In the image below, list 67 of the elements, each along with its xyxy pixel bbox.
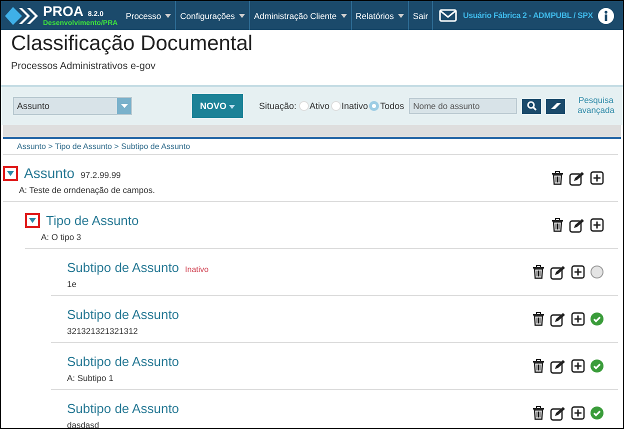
item-title[interactable]: Tipo de Assunto xyxy=(46,212,139,228)
plus-box-icon[interactable] xyxy=(571,359,585,373)
caret-icon xyxy=(29,218,36,222)
logo-icon xyxy=(5,6,39,26)
info-icon[interactable] xyxy=(598,8,614,24)
plus-box-icon[interactable] xyxy=(571,265,585,279)
breadcrumb[interactable]: Assunto > Tipo de Assunto > Subtipo de Assunto xyxy=(3,139,618,155)
status-radio[interactable]: Inativo xyxy=(330,101,368,111)
check-circle-icon[interactable] xyxy=(590,406,604,420)
trash-icon[interactable] xyxy=(532,265,545,279)
search-icon xyxy=(526,101,537,111)
status-label: Situação: xyxy=(259,101,297,111)
empty-circle-icon[interactable] xyxy=(590,265,604,279)
menu-item[interactable]: Relatórios xyxy=(352,1,409,30)
trash-icon[interactable] xyxy=(551,218,564,232)
trash-icon[interactable] xyxy=(532,312,545,326)
new-button[interactable]: NOVO xyxy=(192,94,243,118)
item-code: 97.2.99.99 xyxy=(80,170,121,180)
caret-icon xyxy=(7,170,14,176)
check-circle-icon[interactable] xyxy=(590,359,604,373)
trash-icon[interactable] xyxy=(532,359,545,373)
eraser-icon xyxy=(550,102,562,110)
mail-icon[interactable] xyxy=(439,9,458,22)
trash-icon[interactable] xyxy=(551,171,564,185)
item-description: A: O tipo 3 xyxy=(41,232,82,242)
item-title[interactable]: Subtipo de Assunto xyxy=(67,260,180,274)
item-description: A: Teste de orndenação de campos. xyxy=(19,185,155,195)
menu-item[interactable]: Configurações xyxy=(176,1,250,30)
collapse-toggle[interactable] xyxy=(25,212,40,228)
collapse-toggle[interactable] xyxy=(3,166,18,180)
menu-item[interactable]: Processo xyxy=(122,1,176,30)
item-description: 1e xyxy=(67,278,78,288)
plus-box-icon[interactable] xyxy=(590,218,604,232)
menu-item[interactable]: Administração Cliente xyxy=(250,1,352,30)
status-radio[interactable]: Ativo xyxy=(298,101,330,111)
item-description: 321321321321312 xyxy=(67,326,139,336)
search-field[interactable]: Nome do assunto xyxy=(409,98,518,114)
edit-icon[interactable] xyxy=(550,312,566,326)
app-name: PROA xyxy=(43,3,84,19)
plus-box-icon[interactable] xyxy=(571,406,585,420)
item-title[interactable]: Subtipo de Assunto xyxy=(67,354,180,368)
eraser-button[interactable] xyxy=(546,98,566,114)
item-title[interactable]: Assunto xyxy=(24,165,75,181)
edit-icon[interactable] xyxy=(550,406,566,420)
status-label: Inativo xyxy=(185,264,209,274)
user-name[interactable]: Usuário Fábrica 2 - ADMPUBL / SPX xyxy=(463,11,593,20)
edit-icon[interactable] xyxy=(550,358,566,374)
edit-icon[interactable] xyxy=(569,218,585,232)
plus-box-icon[interactable] xyxy=(590,171,604,185)
item-title[interactable]: Subtipo de Assunto xyxy=(67,400,180,416)
edit-icon[interactable] xyxy=(550,264,566,280)
advanced-search-link[interactable]: Pesquisa avançada xyxy=(577,96,615,116)
item-title[interactable]: Subtipo de Assunto xyxy=(67,306,180,322)
item-description: A: Subtipo 1 xyxy=(67,372,114,382)
page-title: Classificação Documental xyxy=(11,32,254,56)
plus-box-icon[interactable] xyxy=(571,312,585,326)
check-circle-icon[interactable] xyxy=(590,312,604,326)
caret-icon xyxy=(120,104,128,108)
caret-icon xyxy=(229,105,235,109)
search-button[interactable] xyxy=(522,98,542,114)
item-description: dasdasd xyxy=(67,420,100,428)
edit-icon[interactable] xyxy=(569,170,585,186)
page-subtitle: Processos Administrativos e-gov xyxy=(11,61,156,72)
status-radio[interactable]: Todos xyxy=(369,101,404,111)
trash-icon[interactable] xyxy=(532,406,545,420)
type-dropdown[interactable]: Assunto xyxy=(13,97,132,115)
menu-item[interactable]: Sair xyxy=(408,1,434,30)
